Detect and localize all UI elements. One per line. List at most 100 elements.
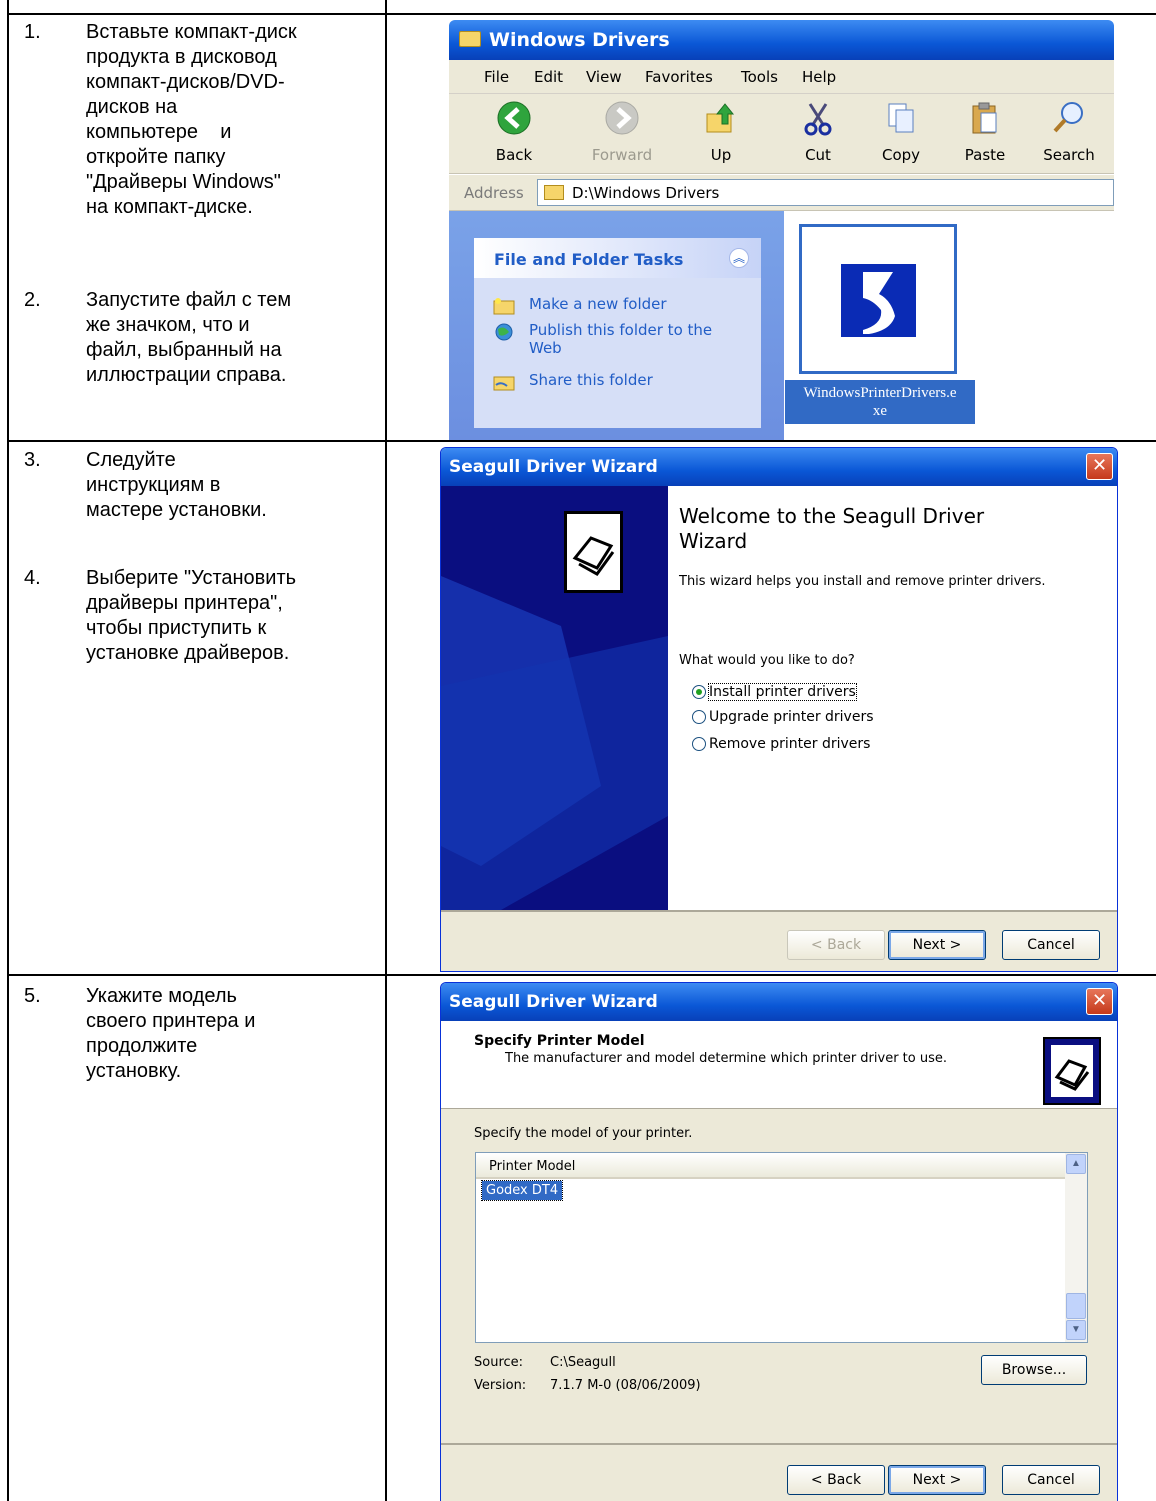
table-row-divider-1 [7, 440, 1156, 442]
task-make-new-folder[interactable]: Make a new folder [493, 295, 667, 315]
wizard-title-bar[interactable]: Seagull Driver Wizard ✕ [441, 448, 1117, 486]
step-line: Запустите файл с тем [86, 289, 292, 311]
step-line: инструкциям в [86, 474, 221, 496]
wizard-question: What would you like to do? [679, 653, 855, 668]
copy-icon [888, 103, 914, 133]
radio-label: Remove printer drivers [709, 736, 871, 752]
task-share-folder[interactable]: Share this folder [493, 371, 653, 391]
menu-help[interactable]: Help [802, 68, 836, 86]
explorer-title-bar[interactable]: Windows Drivers [449, 20, 1114, 60]
close-button[interactable]: ✕ [1086, 453, 1113, 480]
printer-glyph-icon [572, 536, 615, 576]
next-button[interactable]: Next > [888, 1465, 986, 1495]
wizard-footer-divider [441, 1443, 1117, 1445]
selected-file-icon-frame[interactable] [799, 224, 957, 374]
wizard-title: Seagull Driver Wizard [449, 457, 658, 477]
version-label: Version: [474, 1378, 527, 1393]
forward-button[interactable]: Forward [587, 100, 657, 164]
scissors-icon [804, 103, 832, 136]
page-heading: Specify Printer Model [474, 1033, 645, 1049]
scroll-up-button[interactable]: ▲ [1066, 1154, 1086, 1174]
wizard-side-banner [441, 486, 668, 910]
radio-label: Install printer drivers [708, 683, 857, 701]
menu-favorites[interactable]: Favorites [645, 68, 713, 86]
address-bar: Address D:\Windows Drivers [449, 175, 1114, 211]
paste-label: Paste [964, 146, 1006, 164]
copy-label: Copy [881, 146, 921, 164]
step-line: Следуйте [86, 449, 176, 471]
table-row-divider-2 [7, 974, 1156, 976]
radio-label: Upgrade printer drivers [709, 709, 874, 725]
step-number: 3. [24, 449, 41, 471]
task-publish-folder[interactable]: Publish this folder to the Web [495, 321, 712, 357]
task-label: Make a new folder [529, 295, 667, 313]
source-label: Source: [474, 1355, 524, 1370]
step-line: "Драйверы Windows" [86, 171, 281, 193]
step-text: Выберите "Установить драйверы принтера",… [86, 566, 366, 666]
browse-button[interactable]: Browse... [981, 1355, 1087, 1385]
radio-selected-icon [692, 685, 706, 699]
step-line: компьютере и [86, 121, 232, 143]
radio-remove[interactable]: Remove printer drivers [692, 736, 871, 752]
step-line: Вставьте компакт-диск [86, 21, 297, 43]
step-number: 2. [24, 289, 41, 311]
explorer-window: Windows Drivers File Edit View Favorites… [449, 20, 1114, 440]
next-button[interactable]: Next > [888, 930, 986, 960]
task-panel-header[interactable]: File and Folder Tasks ︽ [474, 238, 761, 278]
scroll-down-button[interactable]: ▼ [1066, 1320, 1086, 1340]
address-value: D:\Windows Drivers [572, 184, 720, 202]
paste-button[interactable]: Paste [950, 100, 1020, 164]
cut-label: Cut [805, 146, 831, 164]
menu-edit[interactable]: Edit [534, 68, 563, 86]
step-line: иллюстрации справа. [86, 364, 287, 386]
search-icon [1053, 102, 1083, 133]
cancel-button[interactable]: Cancel [1002, 930, 1100, 960]
radio-install[interactable]: Install printer drivers [692, 683, 857, 701]
step-line: продолжите [86, 1035, 198, 1057]
table-border-top [7, 13, 1156, 15]
heading-line: Welcome to the Seagull Driver [679, 504, 985, 528]
cut-button[interactable]: Cut [783, 100, 853, 164]
seagull-s-icon [863, 272, 895, 334]
menu-view[interactable]: View [586, 68, 622, 86]
back-icon [497, 101, 531, 135]
step-line: компакт-дисков/DVD- [86, 71, 285, 93]
up-button[interactable]: Up [686, 100, 756, 164]
list-column-header[interactable]: Printer Model [476, 1153, 1065, 1179]
step-line: же значком, что и [86, 314, 250, 336]
menu-tools[interactable]: Tools [741, 68, 778, 86]
cancel-button[interactable]: Cancel [1002, 1465, 1100, 1495]
globe-icon [495, 323, 513, 341]
step-line: Выберите "Установить [86, 567, 297, 589]
printer-model-list[interactable]: Printer Model Godex DT4 ▲ ▼ [475, 1152, 1088, 1343]
step-text: Укажите модель своего принтера и продолж… [86, 984, 366, 1084]
radio-empty-icon [692, 737, 706, 751]
collapse-chevron-icon[interactable]: ︽ [729, 248, 749, 268]
wizard-footer-divider [441, 910, 1117, 912]
model-prompt: Specify the model of your printer. [474, 1126, 693, 1141]
search-button[interactable]: Search [1034, 100, 1104, 164]
back-button[interactable]: Back [479, 100, 549, 164]
step-line: дисков на [86, 96, 178, 118]
version-value: 7.1.7 M-0 (08/06/2009) [550, 1378, 701, 1393]
step-line: чтобы приступить к [86, 617, 267, 639]
address-field[interactable]: D:\Windows Drivers [537, 179, 1114, 206]
selected-file-name[interactable]: WindowsPrinterDrivers.e xe [785, 380, 975, 424]
step-line: Укажите модель [86, 985, 237, 1007]
back-button[interactable]: < Back [787, 930, 885, 960]
scroll-thumb[interactable] [1066, 1293, 1086, 1319]
task-label: Share this folder [529, 371, 653, 389]
address-label: Address [464, 184, 524, 202]
radio-upgrade[interactable]: Upgrade printer drivers [692, 709, 874, 725]
close-button[interactable]: ✕ [1086, 988, 1113, 1015]
wizard-title-bar[interactable]: Seagull Driver Wizard ✕ [441, 983, 1117, 1021]
folder-up-icon [706, 103, 735, 133]
copy-button[interactable]: Copy [866, 100, 936, 164]
list-scrollbar[interactable]: ▲ ▼ [1065, 1153, 1087, 1342]
list-item-selected[interactable]: Godex DT4 [480, 1180, 564, 1201]
back-button[interactable]: < Back [787, 1465, 885, 1495]
menu-bar: File Edit View Favorites Tools Help [449, 60, 1114, 94]
task-pane: File and Folder Tasks ︽ Make a new folde… [449, 211, 784, 440]
menu-file[interactable]: File [484, 68, 509, 86]
wizard-welcome-window: Seagull Driver Wizard ✕ Welcome to the S… [440, 447, 1118, 972]
